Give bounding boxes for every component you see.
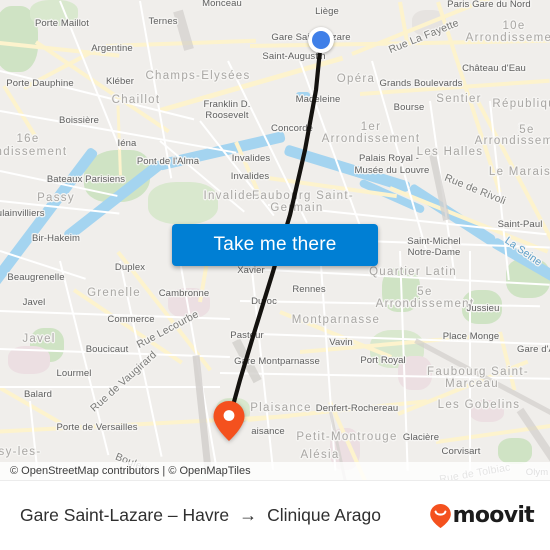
trip-summary: Gare Saint-Lazare – Havre → Clinique Ara… <box>20 505 381 526</box>
trip-footer: Gare Saint-Lazare – Havre → Clinique Ara… <box>0 480 550 550</box>
moovit-trip-screen: Porte Maillot Ternes Monceau Liège Paris Gar… <box>0 0 550 550</box>
moovit-logo[interactable]: moovit <box>429 503 535 529</box>
map-canvas[interactable]: Porte Maillot Ternes Monceau Liège Paris Gar… <box>0 0 550 480</box>
trip-destination-label: Clinique Arago <box>267 505 381 525</box>
trip-origin-label: Gare Saint-Lazare – Havre <box>20 505 230 525</box>
origin-marker[interactable] <box>308 27 334 53</box>
take-me-there-button[interactable]: Take me there <box>172 224 378 266</box>
arrow-right-icon: → <box>239 505 258 525</box>
moovit-wordmark: moovit <box>452 503 535 528</box>
map-pin-icon <box>213 401 245 441</box>
map-attribution[interactable]: © OpenStreetMap contributors | © OpenMap… <box>0 462 550 480</box>
destination-marker[interactable] <box>212 399 246 448</box>
moovit-pin-icon <box>429 503 451 528</box>
